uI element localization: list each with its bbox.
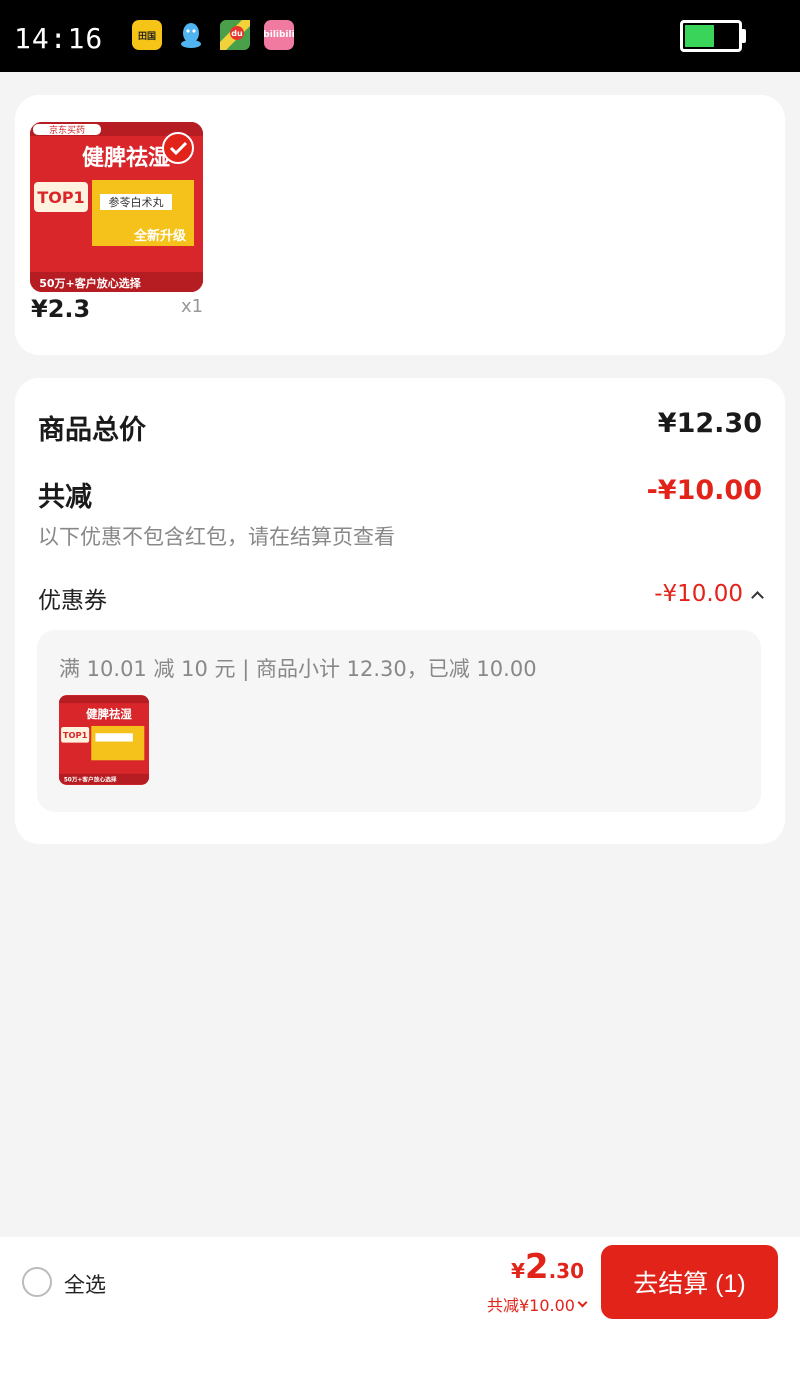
notification-icons: 田国 du bilibili (132, 20, 295, 50)
checkout-button[interactable]: 去结算 (1) (601, 1245, 778, 1319)
currency-symbol: ¥ (510, 1259, 525, 1283)
svg-text:TOP1: TOP1 (63, 730, 88, 740)
checkout-bar: 全选 ¥ 2 .30 共减¥10.00 去结算 (1) (0, 1237, 800, 1389)
qq-icon (176, 20, 206, 50)
price-summary-card: 商品总价 ¥12.30 共减 -¥10.00 以下优惠不包含红包，请在结算页查看… (15, 378, 785, 844)
svg-text:TOP1: TOP1 (37, 188, 84, 207)
svg-text:健脾祛湿: 健脾祛湿 (82, 145, 170, 171)
status-bar: 14:16 田国 du bilibili (0, 0, 800, 72)
product-quantity: x1 (181, 296, 204, 317)
svg-text:参苓白术丸: 参苓白术丸 (109, 195, 164, 209)
bank-app-icon: 田国 (132, 20, 162, 50)
status-time: 14:16 (14, 22, 104, 55)
total-price-value: ¥12.30 (657, 408, 762, 439)
total-price-label: 商品总价 (38, 415, 146, 446)
total-payable: ¥ 2 .30 (511, 1247, 584, 1287)
svg-text:du: du (231, 29, 243, 38)
chevron-up-icon (751, 590, 764, 604)
coupon-detail: 满 10.01 减 10 元 | 商品小计 12.30，已减 10.00 健脾祛… (37, 630, 761, 812)
maps-icon: du (220, 20, 250, 50)
discount-note: 以下优惠不包含红包，请在结算页查看 (38, 525, 395, 549)
svg-text:健脾祛湿: 健脾祛湿 (86, 707, 132, 721)
battery-tip (742, 29, 746, 43)
discount-value: -¥10.00 (646, 475, 762, 506)
coupon-description: 满 10.01 减 10 元 | 商品小计 12.30，已减 10.00 (59, 657, 537, 681)
svg-text:全新升级: 全新升级 (133, 228, 187, 244)
product-card: 京东买药 健脾祛湿 TOP1 参苓白术丸 全新升级 50万+客户放心选择 ¥2.… (15, 95, 785, 355)
select-all-label[interactable]: 全选 (64, 1269, 106, 1299)
price-integer: 2 (524, 1247, 549, 1287)
coupon-label: 优惠券 (38, 588, 107, 614)
svg-text:京东买药: 京东买药 (49, 124, 85, 136)
coupon-product-image[interactable]: 健脾祛湿 TOP1 50万+客户放心选择 (59, 695, 149, 785)
product-image[interactable]: 京东买药 健脾祛湿 TOP1 参苓白术丸 全新升级 50万+客户放心选择 (30, 122, 203, 292)
discount-details-toggle[interactable]: 共减¥10.00 (487, 1292, 588, 1316)
bilibili-icon: bilibili (263, 20, 295, 50)
price-decimal: .30 (548, 1259, 584, 1283)
battery-icon (680, 20, 742, 52)
svg-text:50万+客户放心选择: 50万+客户放心选择 (39, 276, 142, 290)
coupon-toggle[interactable]: -¥10.00 (654, 581, 764, 607)
battery-level (685, 25, 714, 47)
discount-label: 共减 (38, 482, 92, 513)
coupon-value: -¥10.00 (654, 581, 743, 607)
chevron-down-icon (577, 1297, 588, 1307)
select-all-radio[interactable] (22, 1267, 52, 1297)
total-discount: 共减¥10.00 (487, 1296, 575, 1315)
product-price: ¥2.3 (31, 295, 91, 323)
